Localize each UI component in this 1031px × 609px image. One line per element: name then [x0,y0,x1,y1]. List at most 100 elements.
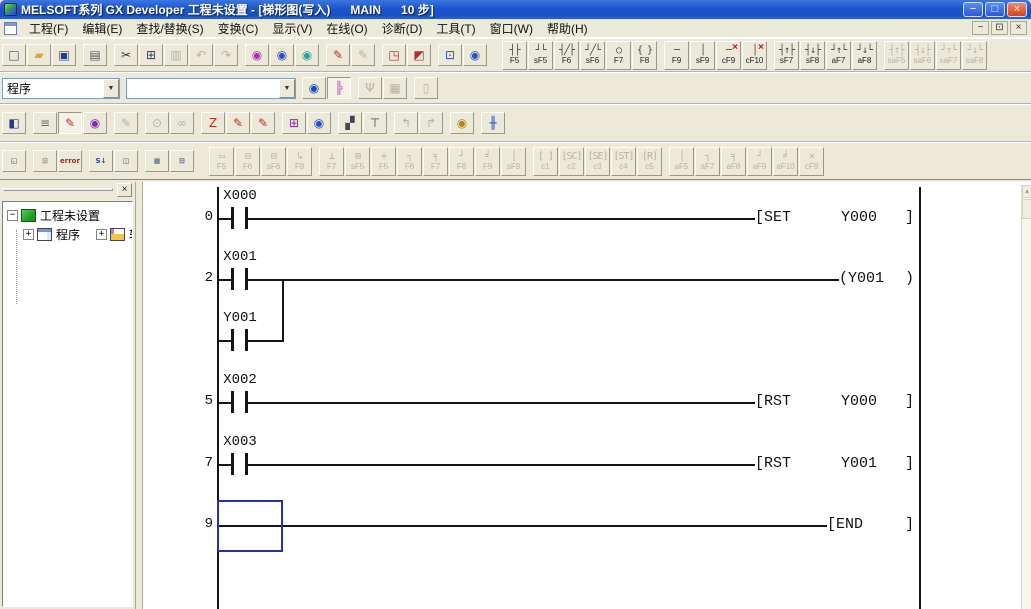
program-type-combo[interactable]: 程序 ▼ [2,78,120,99]
closed-contact-button[interactable]: ┤╱├F6 [554,41,579,70]
rule-corner4-button[interactable]: ╛F9 [475,147,500,176]
parallel-open-contact-button[interactable]: ┘└sF5 [528,41,553,70]
read-mode-button[interactable]: ✎ [351,44,375,66]
rule-frame-button[interactable]: ▭F5 [209,147,234,176]
new-project-button[interactable]: □ [2,44,26,66]
open-contact[interactable] [231,453,248,475]
find-device-button[interactable]: ◉ [270,44,294,66]
parameter-setting-button[interactable]: ╫ [481,112,505,134]
instruction-set[interactable]: [SET [755,209,791,226]
rule-box-x-button[interactable]: ⊠sF5 [345,147,370,176]
minimize-button[interactable]: − [963,2,983,17]
coil-c1-button[interactable]: [ ]c1 [533,147,558,176]
sort-button[interactable]: S↓ [89,150,113,172]
collapse-icon[interactable]: − [7,210,18,221]
tree-item-label[interactable]: 程序 [56,226,80,243]
print-button[interactable]: ▤ [83,44,107,66]
write-mode-button[interactable]: ✎ [326,44,350,66]
tree-item-label[interactable]: 软元件注 [129,226,133,243]
verify-button[interactable]: ◉ [463,44,487,66]
menu-item[interactable]: 工程(F) [22,19,75,38]
rule-double-button[interactable]: ⊟sF6 [261,147,286,176]
find-string-button[interactable]: ◉ [295,44,319,66]
coil-r-button[interactable]: [R]c5 [637,147,662,176]
line-af7-button[interactable]: ┐aF7 [695,147,720,176]
coil-st-button[interactable]: [ST]c4 [611,147,636,176]
parallel-closed-contact-button[interactable]: ┘╱└sF6 [580,41,605,70]
instruction-operand[interactable]: Y000 [841,393,877,410]
ladder-editor[interactable]: 0 X000 [SET Y000 ] 2 X001 Y001 (Y001 ) 5 [143,182,1031,609]
error-jump-button[interactable]: error [58,150,82,172]
vertical-line-button[interactable]: │sF9 [690,41,715,70]
line-af5-button[interactable]: │aF5 [669,147,694,176]
monitor-write-button[interactable]: ◩ [407,44,431,66]
falling-pulse-button[interactable]: ┤↓├sF8 [800,41,825,70]
rule-vline-button[interactable]: │sF9 [501,147,526,176]
horizontal-line-button[interactable]: ─F9 [664,41,689,70]
instruction-end[interactable]: [END [827,516,863,533]
coil-sc-button[interactable]: [SC]c2 [559,147,584,176]
monitor-stop-button[interactable]: ◱ [2,150,26,172]
device-memory-button[interactable]: ▦ [383,77,407,99]
program-check-button[interactable]: ◉ [450,112,474,134]
device-label[interactable]: Y001 [207,310,273,326]
instruction-list-button[interactable]: ≡ [33,112,57,134]
block-combo[interactable]: ▼ [126,78,296,99]
local-window-button[interactable]: ▯ [414,77,438,99]
vertical-scrollbar[interactable]: ▲ [1021,185,1031,609]
close-button[interactable]: × [1007,2,1027,17]
note-button[interactable]: ∞ [170,112,194,134]
panel-splitter[interactable] [136,182,143,609]
comment-display-button[interactable]: ◉ [302,77,326,99]
maximize-button[interactable]: □ [985,2,1005,17]
open-contact-button[interactable]: ┤├F5 [502,41,527,70]
tree-collapse-button[interactable]: ⊟ [170,150,194,172]
output-coil[interactable]: (Y001 [839,270,884,287]
rule-corner1-button[interactable]: ┐F6 [397,147,422,176]
sidebar-close-button[interactable]: × [117,183,132,197]
comment-edit-button[interactable]: ✎ [114,112,138,134]
undo-button[interactable]: ↶ [189,44,213,66]
open-project-button[interactable]: ▰ [27,44,51,66]
menu-item[interactable]: 帮助(H) [540,19,595,38]
paste-button[interactable]: ▥ [164,44,188,66]
open-contact[interactable] [231,391,248,413]
puzzle-button[interactable]: ▞ [338,112,362,134]
line-af8-button[interactable]: ╕aF8 [721,147,746,176]
open-contact[interactable] [231,207,248,229]
coil-button[interactable]: ○F7 [606,41,631,70]
instruction-operand[interactable]: Y001 [841,455,877,472]
jump-dest-button[interactable]: ↱ [419,112,443,134]
parallel-falling-pulse-close-button[interactable]: ┘↓└saF8 [962,41,987,70]
rule-tee-button[interactable]: ⊥F7 [319,147,344,176]
scroll-up-icon[interactable]: ▲ [1022,185,1031,198]
expand-icon[interactable]: + [23,229,34,240]
line-af9-button[interactable]: ┘aF9 [747,147,772,176]
falling-pulse-close-button[interactable]: ┤↓├saF6 [910,41,935,70]
menu-item[interactable]: 窗口(W) [483,19,540,38]
coil-se-button[interactable]: [SE]c3 [585,147,610,176]
find-button[interactable]: ◉ [245,44,269,66]
open-contact[interactable] [231,329,248,351]
jump-source-button[interactable]: ↰ [394,112,418,134]
mdi-restore-button[interactable]: ⊡ [991,21,1008,35]
split-window-button[interactable]: ◫ [114,150,138,172]
device-test-button[interactable]: ✎ [226,112,250,134]
delete-vertical-line-button[interactable]: │×cF10 [742,41,767,70]
ladder-view-button[interactable]: ◧ [2,112,26,134]
ladder-logic-test-button[interactable]: Z [201,112,225,134]
tree-item-device-comment[interactable]: + 软元件注 [80,225,133,244]
rule-corner2-button[interactable]: ╕F7 [423,147,448,176]
mdi-close-button[interactable]: × [1010,21,1027,35]
device-label[interactable]: X001 [207,249,273,265]
menu-item[interactable]: 诊断(D) [375,19,430,38]
project-data-list-button[interactable]: ╠ [327,77,351,99]
monitor-grid-button[interactable]: ⊞ [282,112,306,134]
terminal-button[interactable]: ⊤ [363,112,387,134]
application-instruction-button[interactable]: { }F8 [632,41,657,70]
device-label[interactable]: X002 [207,372,273,388]
chevron-down-icon[interactable]: ▼ [279,79,295,98]
windows-cascade-button[interactable]: ⊡ [33,150,57,172]
rule-arrow-button[interactable]: ↳F8 [287,147,312,176]
instruction-rst[interactable]: [RST [755,393,791,410]
